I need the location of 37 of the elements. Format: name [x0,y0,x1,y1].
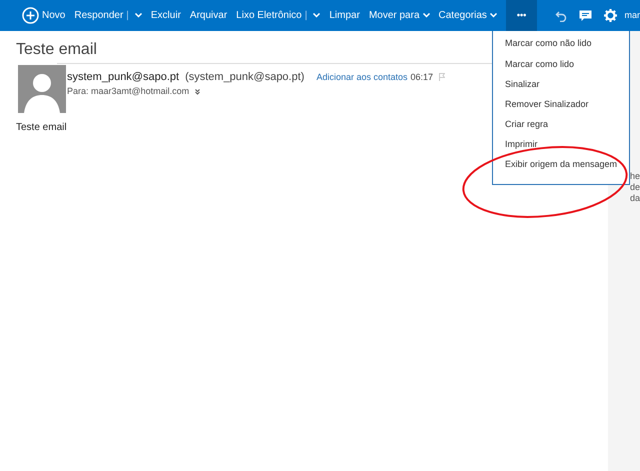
dropdown-button[interactable]: Categorias [438,0,497,31]
panel-text: he [630,171,640,182]
sender-name: system_punk@sapo.pt [67,70,180,85]
message-time: 06:17 [410,70,434,84]
chevron-down-icon [134,13,142,18]
new-button[interactable]: Novo [22,0,66,31]
split-button[interactable]: Responder | [74,0,142,31]
chevron-down-icon [313,13,320,18]
menu-item[interactable]: Marcar como lido [493,54,629,74]
menu-item[interactable]: Imprimir [493,134,629,156]
more-button[interactable]: ••• [506,0,538,31]
plus-circle-icon [22,7,39,24]
chat-icon[interactable] [578,10,592,22]
message-body: Teste email [16,121,67,135]
undo-icon[interactable] [554,10,566,22]
chevron-down-icon [490,13,497,18]
dropdown-button[interactable]: Mover para [368,0,430,31]
recipient-line: Para: maar3amt@hotmail.com [67,85,190,98]
menu-item[interactable]: Marcar como não lido [493,34,629,54]
menu-item[interactable]: Sinalizar [493,74,629,95]
toolbar-button[interactable]: Arquivar [190,0,228,31]
panel-text: de [630,182,640,193]
settings-icon[interactable] [604,9,616,22]
avatar [18,65,66,113]
add-contact-link[interactable]: Adicionar aos contatos [316,70,408,84]
message-subject: Teste email [16,40,97,60]
panel-text: da [630,193,640,204]
menu-item[interactable]: Remover Sinalizador [493,94,629,115]
split-button[interactable]: Lixo Eletrônico | [236,0,320,31]
double-chevron-icon[interactable] [195,88,200,95]
account-name[interactable]: mar [624,8,640,22]
toolbar-button[interactable]: Excluir [150,0,181,31]
sender-address: (system_punk@sapo.pt) [185,70,304,85]
menu-item[interactable]: Criar regra [493,114,629,135]
menu-item[interactable]: Exibir origem da mensagem [493,155,629,176]
chevron-down-icon [422,13,430,18]
toolbar-button[interactable]: Limpar [329,0,360,31]
